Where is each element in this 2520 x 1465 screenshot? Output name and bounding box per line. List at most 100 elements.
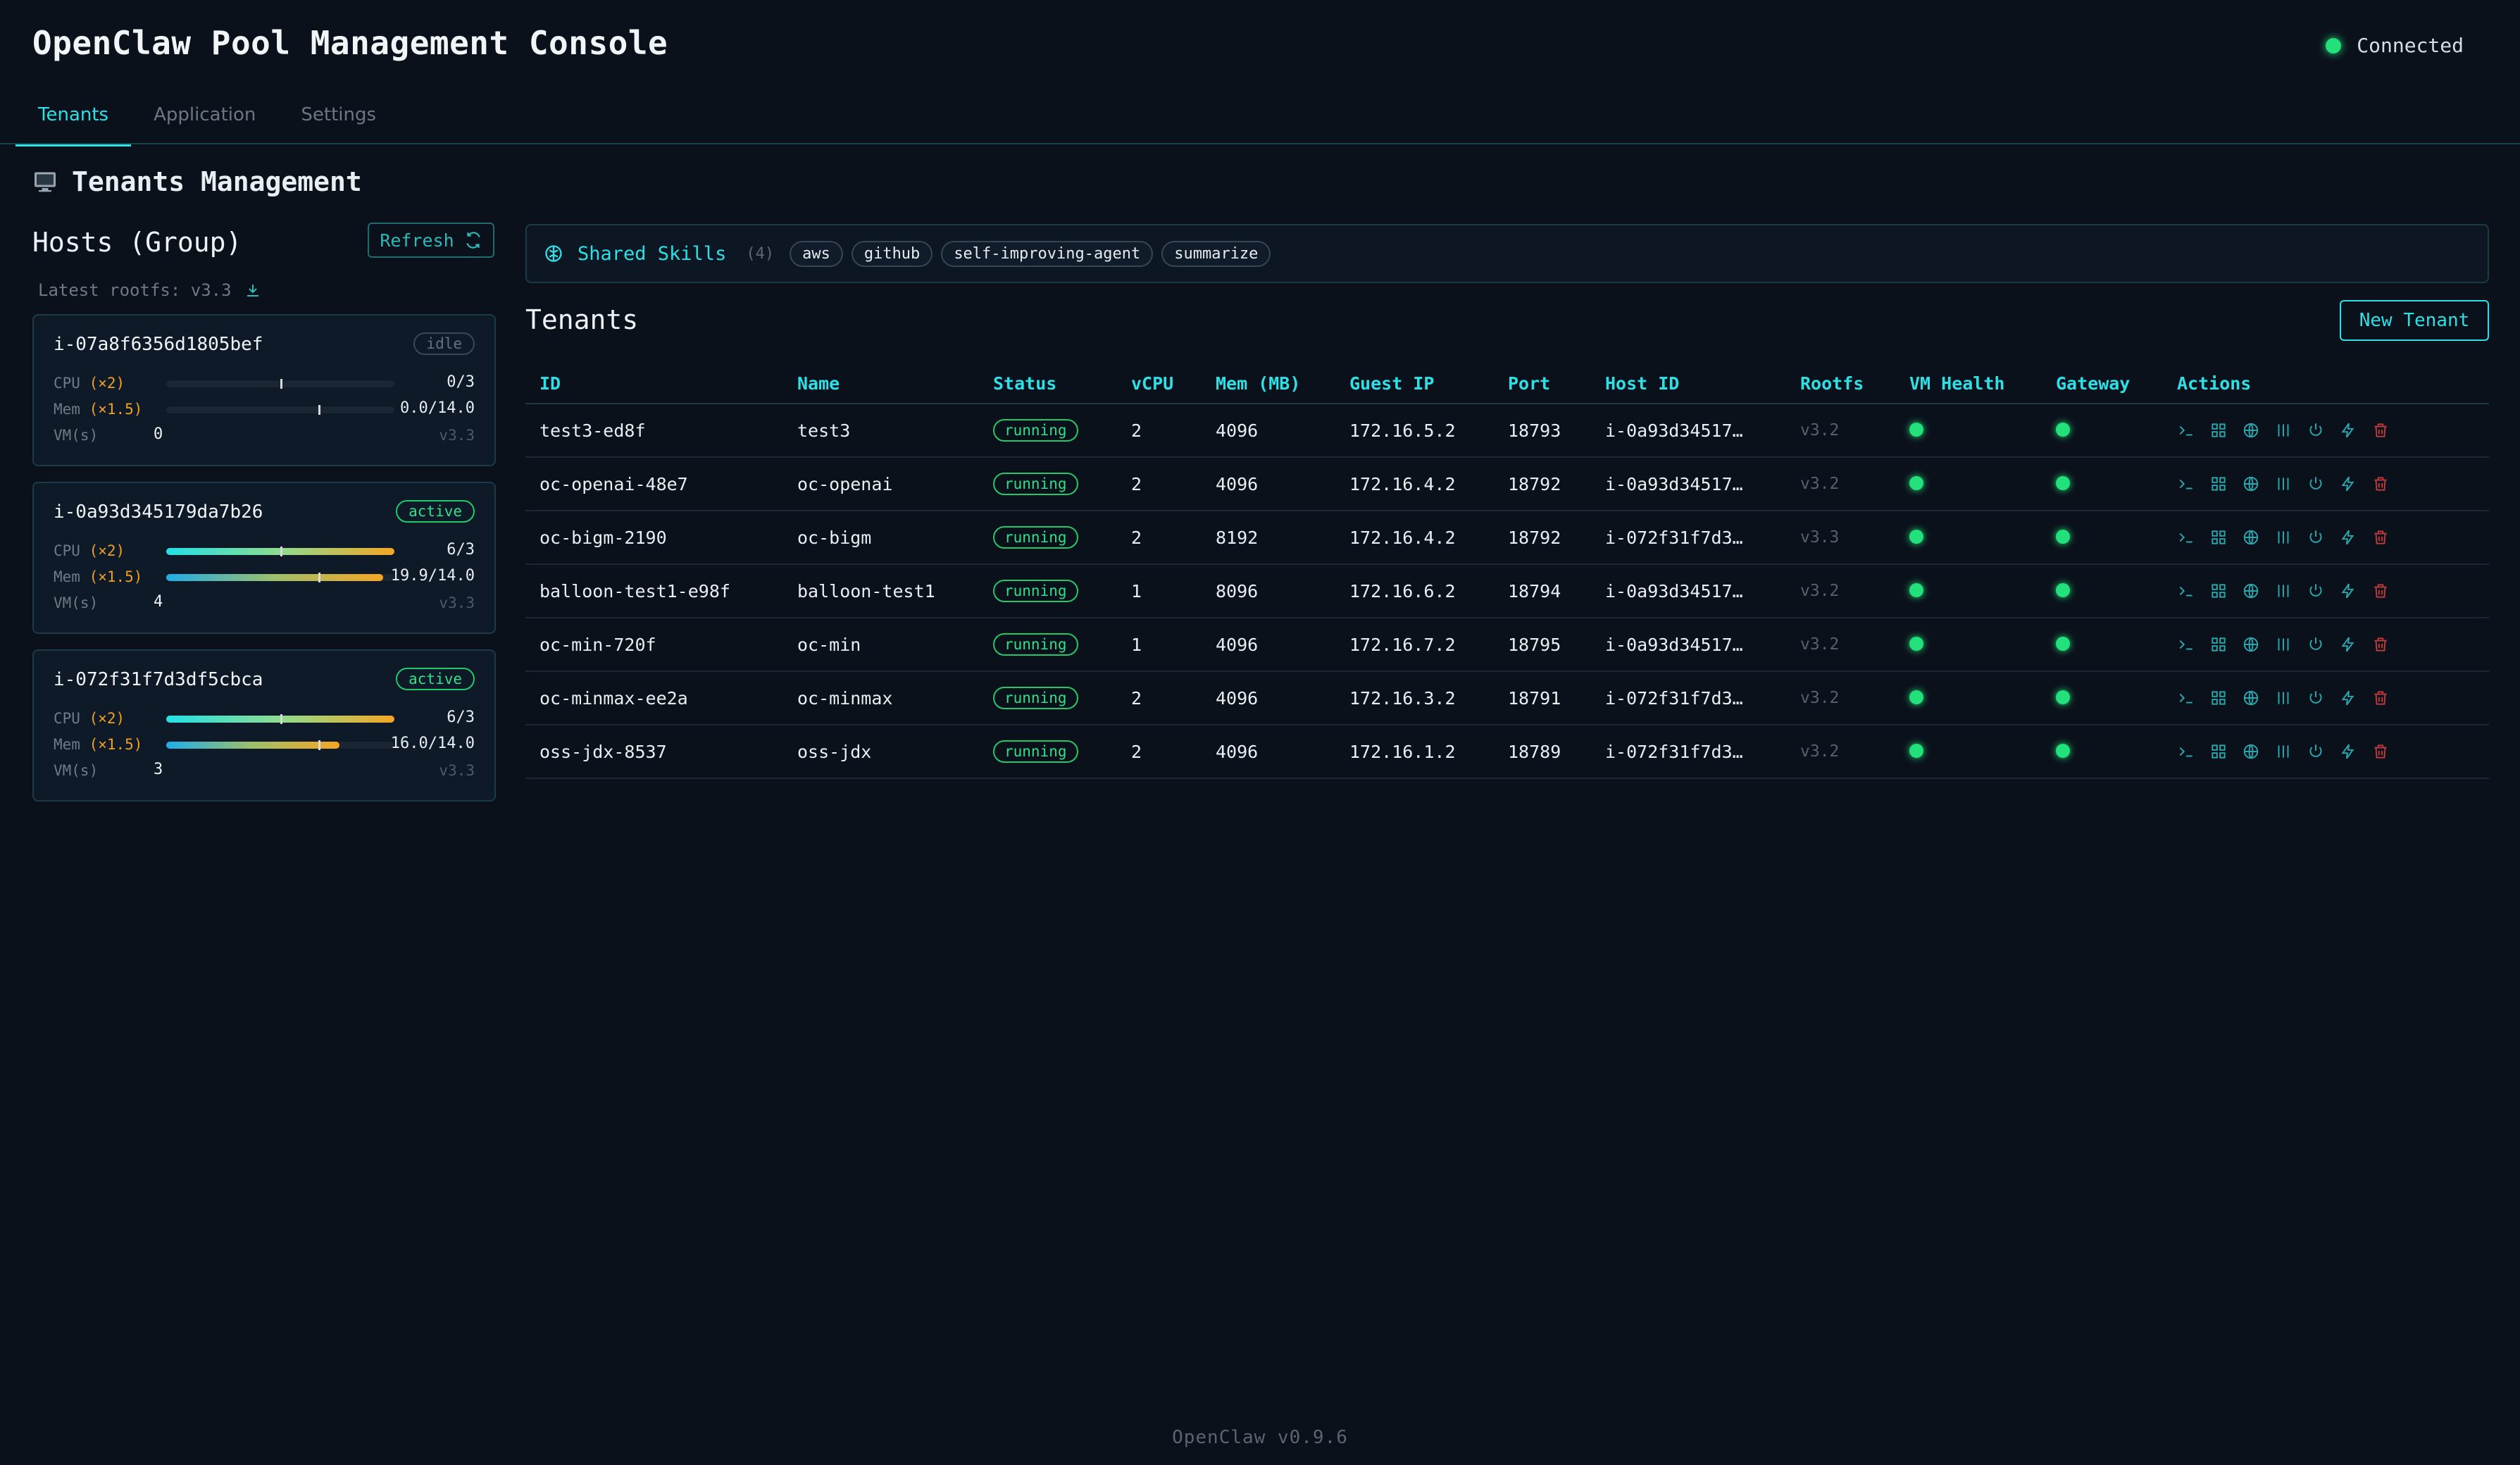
tenant-mem: 4096: [1202, 725, 1335, 779]
table-header-row: ID Name Status vCPU Mem (MB) Guest IP Po…: [525, 363, 2489, 404]
column-header[interactable]: Port: [1494, 363, 1591, 404]
download-icon[interactable]: [244, 282, 261, 299]
tenant-id[interactable]: oss-jdx-8537: [525, 725, 783, 779]
globe-icon[interactable]: [2242, 528, 2260, 547]
power-icon[interactable]: [2307, 528, 2325, 547]
connection-indicator: Connected: [2326, 34, 2464, 57]
host-card[interactable]: i-0a93d345179da7b26 active CPU (×2) 6/3 Mem …: [32, 482, 496, 634]
column-header[interactable]: Guest IP: [1335, 363, 1494, 404]
columns-icon[interactable]: [2274, 475, 2293, 493]
globe-icon[interactable]: [2242, 635, 2260, 654]
terminal-icon[interactable]: [2177, 635, 2195, 654]
tenant-id[interactable]: oc-openai-48e7: [525, 457, 783, 511]
grid-icon[interactable]: [2209, 742, 2228, 761]
power-icon[interactable]: [2307, 475, 2325, 493]
trash-icon[interactable]: [2371, 742, 2390, 761]
terminal-icon[interactable]: [2177, 475, 2195, 493]
host-card[interactable]: i-07a8f6356d1805bef idle CPU (×2) 0/3 Mem (×…: [32, 314, 496, 466]
power-icon[interactable]: [2307, 421, 2325, 440]
globe-icon[interactable]: [2242, 582, 2260, 600]
grid-icon[interactable]: [2209, 582, 2228, 600]
table-row[interactable]: oss-jdx-8537 oss-jdx running 2 4096 172.16.1.…: [525, 725, 2489, 779]
gateway-status-dot: [2056, 743, 2070, 758]
globe-icon[interactable]: [2242, 475, 2260, 493]
trash-icon[interactable]: [2371, 475, 2390, 493]
columns-icon[interactable]: [2274, 582, 2293, 600]
columns-icon[interactable]: [2274, 635, 2293, 654]
terminal-icon[interactable]: [2177, 582, 2195, 600]
column-header[interactable]: Host ID: [1591, 363, 1786, 404]
trash-icon[interactable]: [2371, 689, 2390, 707]
tab-settings[interactable]: Settings: [278, 92, 399, 144]
trash-icon[interactable]: [2371, 421, 2390, 440]
globe-icon[interactable]: [2242, 742, 2260, 761]
columns-icon[interactable]: [2274, 421, 2293, 440]
column-header[interactable]: Mem (MB): [1202, 363, 1335, 404]
terminal-icon[interactable]: [2177, 742, 2195, 761]
power-icon[interactable]: [2307, 689, 2325, 707]
skill-chip[interactable]: summarize: [1161, 240, 1271, 267]
tab-application[interactable]: Application: [131, 92, 278, 144]
globe-icon[interactable]: [2242, 689, 2260, 707]
row-actions: [2177, 475, 2489, 493]
bolt-icon[interactable]: [2339, 689, 2357, 707]
tenant-guest-ip: 172.16.4.2: [1335, 511, 1494, 565]
tenant-id[interactable]: oc-min-720f: [525, 618, 783, 672]
terminal-icon[interactable]: [2177, 528, 2195, 547]
table-row[interactable]: test3-ed8f test3 running 2 4096 172.16.5.2 187…: [525, 404, 2489, 458]
power-icon[interactable]: [2307, 635, 2325, 654]
tenant-id[interactable]: oc-bigm-2190: [525, 511, 783, 565]
table-row[interactable]: oc-openai-48e7 oc-openai running 2 4096 172.1…: [525, 457, 2489, 511]
skill-chip[interactable]: self-improving-agent: [941, 240, 1154, 267]
bolt-icon[interactable]: [2339, 635, 2357, 654]
skill-chip[interactable]: github: [851, 240, 933, 267]
tenant-id[interactable]: balloon-test1-e98f: [525, 564, 783, 618]
tenant-name: test3: [783, 404, 979, 458]
power-icon[interactable]: [2307, 582, 2325, 600]
column-header[interactable]: Status: [979, 363, 1117, 404]
trash-icon[interactable]: [2371, 528, 2390, 547]
bolt-icon[interactable]: [2339, 421, 2357, 440]
column-header[interactable]: Gateway: [2042, 363, 2163, 404]
tab-tenants[interactable]: Tenants: [15, 92, 132, 146]
bolt-icon[interactable]: [2339, 582, 2357, 600]
power-icon[interactable]: [2307, 742, 2325, 761]
grid-icon[interactable]: [2209, 689, 2228, 707]
grid-icon[interactable]: [2209, 528, 2228, 547]
globe-icon[interactable]: [2242, 421, 2260, 440]
mem-multiplier: (×1.5): [89, 401, 143, 418]
column-header[interactable]: vCPU: [1117, 363, 1202, 404]
trash-icon[interactable]: [2371, 635, 2390, 654]
skill-chip[interactable]: aws: [790, 240, 843, 267]
cpu-label-text: CPU: [54, 710, 80, 727]
bolt-icon[interactable]: [2339, 742, 2357, 761]
tenant-id[interactable]: test3-ed8f: [525, 404, 783, 458]
tenant-id[interactable]: oc-minmax-ee2a: [525, 671, 783, 725]
table-row[interactable]: balloon-test1-e98f balloon-test1 running 1 8…: [525, 564, 2489, 618]
trash-icon[interactable]: [2371, 582, 2390, 600]
grid-icon[interactable]: [2209, 635, 2228, 654]
columns-icon[interactable]: [2274, 689, 2293, 707]
table-row[interactable]: oc-min-720f oc-min running 1 4096 172.16.7.2 1…: [525, 618, 2489, 672]
column-header[interactable]: Name: [783, 363, 979, 404]
grid-icon[interactable]: [2209, 421, 2228, 440]
column-header[interactable]: ID: [525, 363, 783, 404]
column-header[interactable]: VM Health: [1895, 363, 2042, 404]
column-header[interactable]: Rootfs: [1786, 363, 1895, 404]
table-row[interactable]: oc-bigm-2190 oc-bigm running 2 8192 172.16.4.…: [525, 511, 2489, 565]
bolt-icon[interactable]: [2339, 475, 2357, 493]
cpu-label-text: CPU: [54, 542, 80, 559]
gateway-cell: [2042, 618, 2163, 672]
terminal-icon[interactable]: [2177, 421, 2195, 440]
refresh-button[interactable]: Refresh: [368, 223, 494, 258]
grid-icon[interactable]: [2209, 475, 2228, 493]
bolt-icon[interactable]: [2339, 528, 2357, 547]
columns-icon[interactable]: [2274, 528, 2293, 547]
tenant-name: oc-minmax: [783, 671, 979, 725]
host-card[interactable]: i-072f31f7d3df5cbca active CPU (×2) 6/3 Mem …: [32, 649, 496, 802]
new-tenant-button[interactable]: New Tenant: [2340, 300, 2489, 341]
columns-icon[interactable]: [2274, 742, 2293, 761]
terminal-icon[interactable]: [2177, 689, 2195, 707]
table-row[interactable]: oc-minmax-ee2a oc-minmax running 2 4096 172.1…: [525, 671, 2489, 725]
row-actions: [2177, 689, 2489, 707]
